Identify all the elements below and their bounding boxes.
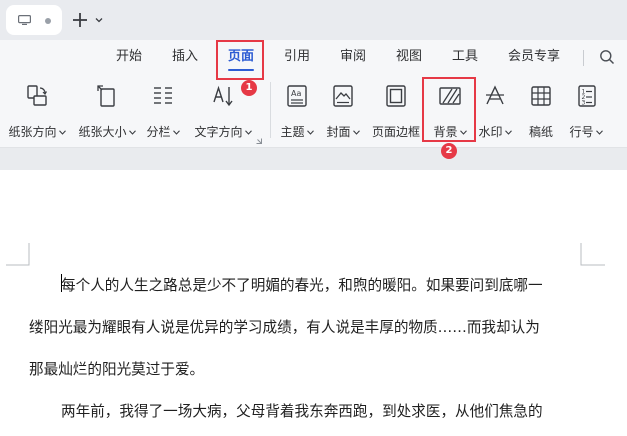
columns-icon — [154, 87, 172, 104]
manuscript-paper-icon — [531, 86, 551, 106]
theme-icon: Aa — [287, 85, 307, 107]
page-orientation-icon — [27, 85, 48, 106]
title-bar — [0, 0, 627, 40]
step-badge-2: 2 — [441, 143, 457, 159]
watermark-button[interactable]: 水印 — [476, 82, 514, 142]
chevron-down-icon — [172, 130, 180, 135]
menu-bar: 开始 插入 页面 引用 审阅 视图 工具 会员专享 — [0, 40, 627, 74]
menu-member[interactable]: 会员专享 — [508, 48, 560, 66]
menu-view[interactable]: 视图 — [396, 48, 422, 66]
chevron-down-icon — [352, 130, 360, 135]
line-number-button[interactable]: 1 2 3 行号 — [566, 82, 606, 142]
manuscript-paper-label: 稿纸 — [528, 125, 553, 139]
watermark-icon — [486, 85, 504, 105]
menu-start[interactable]: 开始 — [116, 48, 142, 66]
plus-icon[interactable] — [70, 10, 90, 30]
page-size-icon — [97, 85, 115, 107]
step-badge-1: 1 — [241, 80, 257, 96]
page-size-button[interactable]: 纸张大小 — [76, 82, 138, 142]
chevron-down-icon — [244, 130, 252, 135]
manuscript-paper-button[interactable]: 稿纸 — [522, 82, 560, 142]
theme-button[interactable]: Aa 主题 — [278, 82, 316, 142]
line-number-label: 行号 — [569, 125, 594, 139]
watermark-label: 水印 — [478, 125, 503, 139]
document-tab[interactable] — [6, 5, 62, 35]
ribbon-page: 纸张方向 纸张大小 分栏 文字方向 Aa 主题 封面 页面边框 背景 水印 稿纸… — [0, 74, 627, 148]
paragraph-line-4[interactable]: 两年前，我得了一场大病，父母背着我东奔西跑，到处求医，从他们焦急的 — [61, 402, 543, 422]
chevron-down-icon — [58, 130, 66, 135]
search-icon[interactable] — [599, 49, 615, 65]
ribbon-group-divider — [270, 82, 271, 138]
paragraph-line-2[interactable]: 缕阳光最为耀眼有人说是优异的学习成绩，有人说是丰厚的物质……而我却认为 — [29, 318, 540, 338]
page-border-icon — [386, 85, 406, 107]
paragraph-line-1[interactable]: 每个人的人生之路总是少不了明媚的春光，和煦的暖阳。如果要问到底哪一 — [61, 276, 543, 296]
group-settings-icon[interactable] — [256, 138, 262, 144]
text-direction-icon — [213, 85, 233, 107]
page-orientation-button[interactable]: 纸张方向 — [6, 82, 68, 142]
page-border-label: 页面边框 — [371, 125, 420, 139]
line-number-icon: 1 2 3 — [578, 85, 596, 107]
highlight-background-button — [422, 77, 476, 142]
svg-text:3: 3 — [582, 100, 586, 107]
cover-icon — [333, 85, 353, 107]
chevron-down-icon[interactable] — [94, 15, 104, 25]
cover-label: 封面 — [326, 125, 351, 139]
menu-tools[interactable]: 工具 — [452, 48, 478, 66]
page-orientation-label: 纸张方向 — [8, 125, 57, 139]
columns-label: 分栏 — [146, 125, 171, 139]
menu-references[interactable]: 引用 — [284, 48, 310, 66]
monitor-icon — [18, 15, 31, 25]
paragraph-line-3[interactable]: 那最灿烂的阳光莫过于爱。 — [29, 360, 204, 380]
crop-mark-right — [580, 243, 605, 266]
cover-button[interactable]: 封面 — [324, 82, 362, 142]
wps-writer-window: 开始 插入 页面 引用 审阅 视图 工具 会员专享 纸张方向 纸张大小 分栏 文… — [0, 0, 627, 436]
highlight-page-tab — [216, 40, 264, 80]
menu-review[interactable]: 审阅 — [340, 48, 366, 66]
text-direction-label: 文字方向 — [194, 125, 243, 139]
columns-button[interactable]: 分栏 — [144, 82, 182, 142]
chevron-down-icon — [504, 130, 512, 135]
document-page[interactable] — [0, 170, 627, 436]
chevron-down-icon — [128, 130, 136, 135]
chevron-down-icon — [595, 130, 603, 135]
menu-insert[interactable]: 插入 — [172, 48, 198, 66]
page-size-label: 纸张大小 — [78, 125, 127, 139]
theme-label: 主题 — [280, 125, 305, 139]
unsaved-dot-icon — [45, 18, 51, 24]
chevron-down-icon — [306, 130, 314, 135]
menu-divider — [583, 50, 584, 66]
svg-text:Aa: Aa — [291, 89, 301, 98]
crop-mark-left — [6, 243, 30, 266]
page-border-button[interactable]: 页面边框 — [368, 82, 424, 142]
